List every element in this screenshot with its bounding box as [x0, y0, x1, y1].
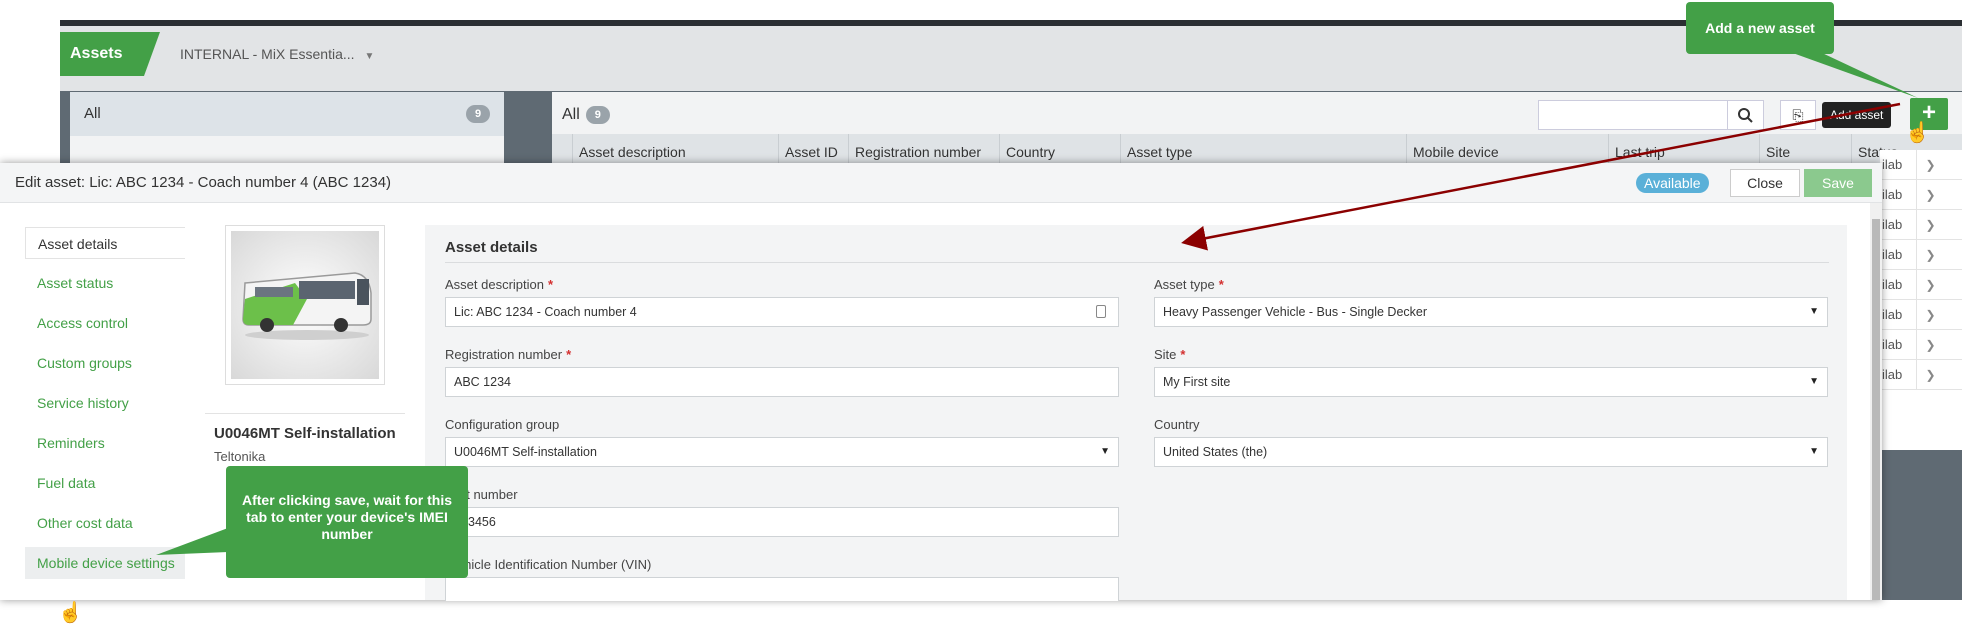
callout-tail-add — [1790, 52, 1918, 98]
pointer-arrow — [1181, 102, 1901, 251]
hand-cursor-icon: ☝ — [58, 602, 83, 624]
callout-after-save: After clicking save, wait for this tab t… — [226, 466, 468, 578]
hand-cursor-icon: ☝ — [1905, 122, 1930, 144]
callout-add-new-asset: Add a new asset — [1686, 2, 1834, 54]
callout-tail-save — [156, 528, 228, 555]
